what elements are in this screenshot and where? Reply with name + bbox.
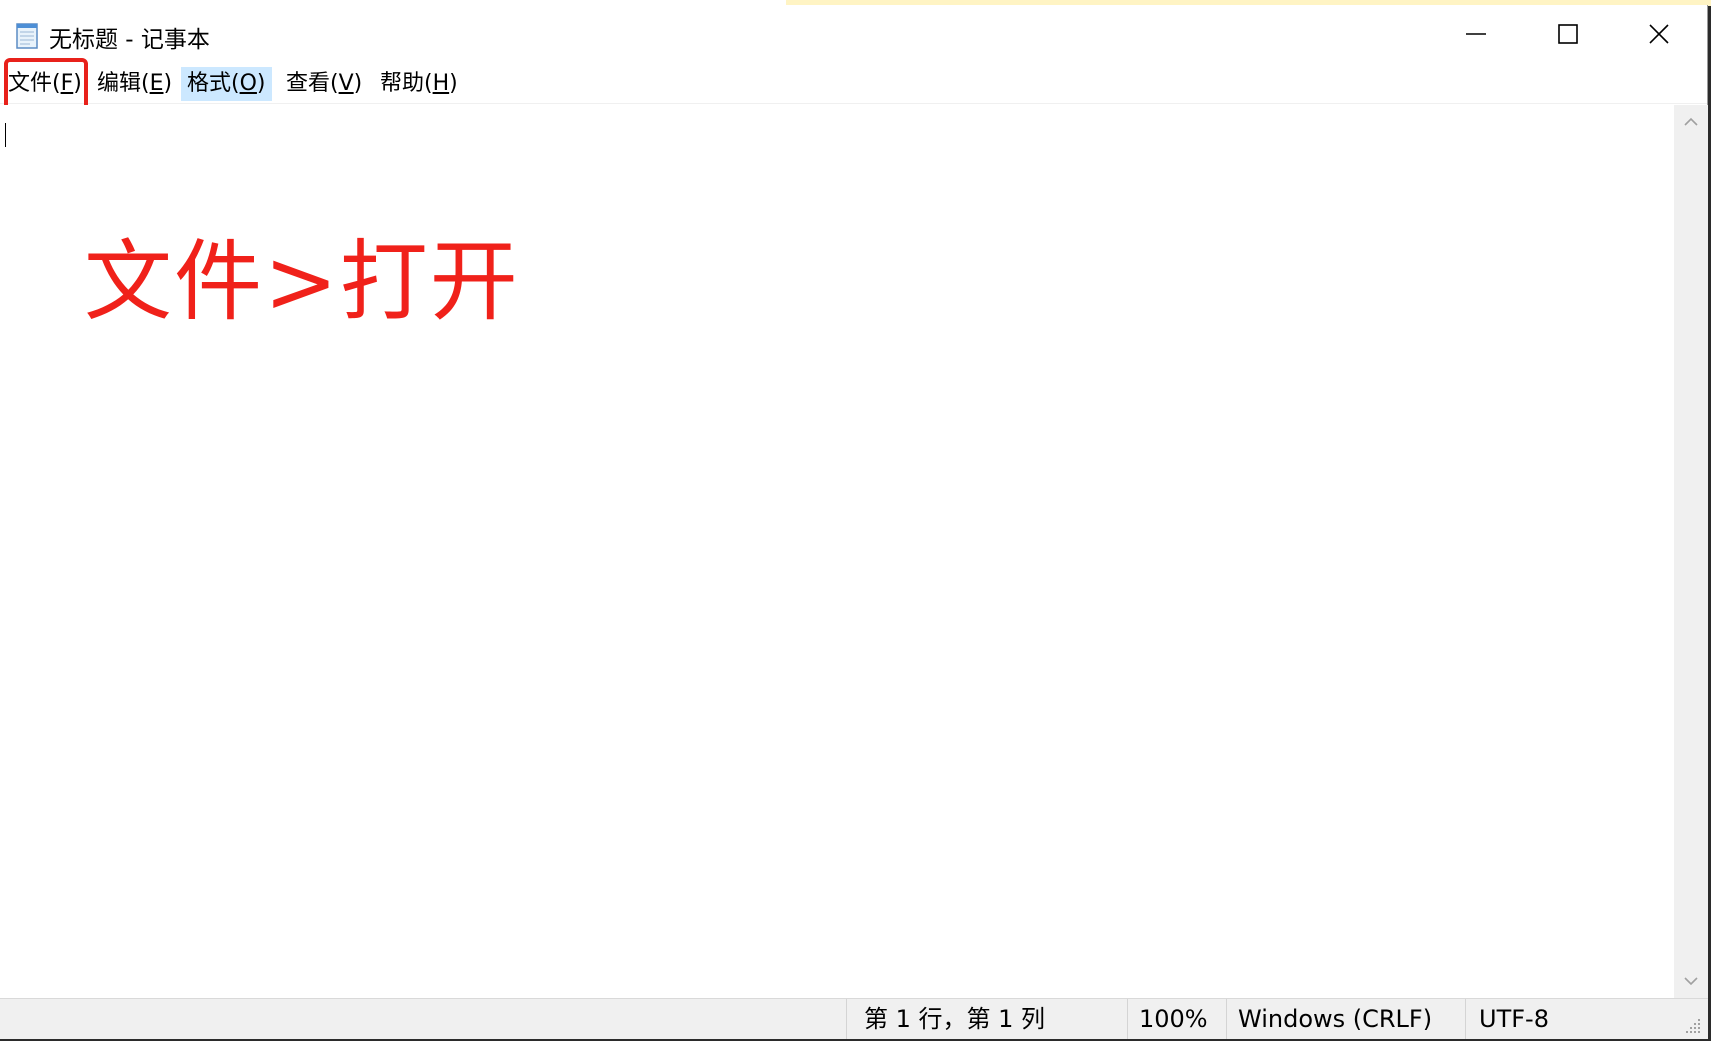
status-encoding: UTF-8 (1465, 999, 1674, 1039)
close-icon (1649, 24, 1669, 44)
notepad-icon (16, 23, 38, 49)
menu-format-label: 格式( (187, 71, 240, 96)
menu-view-label: 查看( (286, 71, 339, 96)
chevron-up-icon (1684, 117, 1698, 126)
menu-format[interactable]: 格式(O) (181, 67, 272, 101)
status-zoom: 100% (1127, 999, 1226, 1039)
annotation-text: 文件>打开 (84, 230, 520, 333)
scroll-up-button[interactable] (1674, 105, 1708, 139)
minimize-button[interactable] (1430, 5, 1522, 63)
text-caret (5, 123, 6, 147)
menu-edit-accesskey: E (149, 71, 164, 96)
notepad-window: 无标题 - 记事本 文件(F) 编辑(E) 格式(O) 查看(V) 帮助(H) … (0, 5, 1708, 1039)
menu-bar: 文件(F) 编辑(E) 格式(O) 查看(V) 帮助(H) (0, 63, 1707, 104)
menu-help-paren: ) (449, 71, 458, 96)
window-title: 无标题 - 记事本 (49, 27, 210, 53)
vertical-scrollbar[interactable] (1674, 105, 1708, 998)
status-line-ending: Windows (CRLF) (1226, 999, 1465, 1039)
menu-help[interactable]: 帮助(H) (374, 67, 464, 101)
menu-help-label: 帮助( (380, 71, 433, 96)
close-button[interactable] (1613, 5, 1705, 63)
menu-format-paren: ) (256, 71, 266, 96)
minimize-icon (1466, 33, 1486, 35)
status-bar: 第 1 行，第 1 列 100% Windows (CRLF) UTF-8 (0, 998, 1708, 1039)
scroll-down-button[interactable] (1674, 964, 1708, 998)
maximize-button[interactable] (1522, 5, 1614, 63)
menu-edit-label: 编辑( (97, 71, 150, 96)
status-cursor-position: 第 1 行，第 1 列 (846, 999, 1127, 1039)
menu-edit[interactable]: 编辑(E) (91, 67, 178, 101)
menu-format-accesskey: O (239, 71, 257, 96)
menu-view-accesskey: V (338, 71, 354, 96)
title-bar[interactable]: 无标题 - 记事本 (0, 5, 1707, 63)
resize-grip-icon[interactable] (1684, 1017, 1702, 1035)
maximize-icon (1558, 24, 1578, 44)
menu-edit-paren: ) (163, 71, 173, 96)
chevron-down-icon (1684, 977, 1698, 986)
text-editor-area[interactable]: 文件>打开 (0, 105, 1674, 998)
menu-view-paren: ) (353, 71, 363, 96)
menu-view[interactable]: 查看(V) (280, 67, 368, 101)
menu-help-accesskey: H (432, 71, 450, 96)
